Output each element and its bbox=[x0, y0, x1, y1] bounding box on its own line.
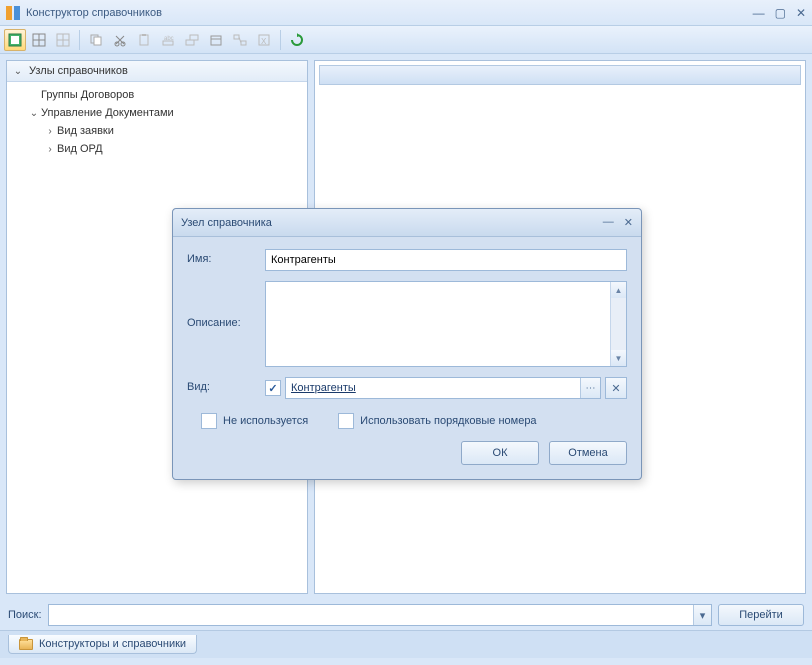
title-bar: Конструктор справочников — ▢ ✕ bbox=[0, 0, 812, 26]
description-input[interactable] bbox=[266, 282, 610, 366]
close-button[interactable]: ✕ bbox=[796, 6, 806, 20]
calendar-button[interactable] bbox=[205, 29, 227, 51]
dialog-title: Узел справочника bbox=[181, 217, 603, 229]
tree-body: Группы Договоров ⌄ Управление Документам… bbox=[7, 82, 307, 162]
minimize-button[interactable]: — bbox=[753, 6, 765, 20]
cut-icon bbox=[113, 33, 127, 47]
grid-disabled-button[interactable] bbox=[52, 29, 74, 51]
go-button[interactable]: Перейти bbox=[718, 604, 804, 626]
folder-icon bbox=[19, 639, 33, 650]
tree-item-doc-mgmt[interactable]: ⌄ Управление Документами bbox=[7, 104, 307, 122]
ellipsis-icon: ⋯ bbox=[586, 383, 596, 394]
scroll-up-icon[interactable]: ▲ bbox=[611, 282, 626, 298]
search-label: Поиск: bbox=[8, 609, 42, 621]
use-ordinal-label: Использовать порядковые номера bbox=[360, 415, 536, 427]
kind-input-wrap: ⋯ bbox=[285, 377, 601, 399]
paste-icon bbox=[137, 33, 151, 47]
tree-item-label: Управление Документами bbox=[41, 107, 174, 119]
tab-constructors[interactable]: Конструкторы и справочники bbox=[8, 635, 197, 654]
kind-row: Вид: ⋯ ✕ bbox=[187, 377, 627, 399]
kind-lookup-button[interactable]: ⋯ bbox=[580, 378, 600, 398]
dialog-buttons: ОК Отмена bbox=[187, 441, 627, 469]
new-node-button[interactable] bbox=[4, 29, 26, 51]
search-input[interactable] bbox=[49, 605, 693, 625]
grid-disabled-icon bbox=[56, 33, 70, 47]
svg-text:abc: abc bbox=[164, 36, 174, 42]
dialog-controls: — ✕ bbox=[603, 216, 633, 229]
edit-text-button[interactable]: abc bbox=[157, 29, 179, 51]
use-ordinal-option[interactable]: Использовать порядковые номера bbox=[338, 413, 536, 429]
grid-button[interactable] bbox=[28, 29, 50, 51]
use-ordinal-checkbox[interactable] bbox=[338, 413, 354, 429]
relations-icon bbox=[233, 33, 247, 47]
cancel-button[interactable]: Отмена bbox=[549, 441, 627, 465]
copy-button[interactable] bbox=[85, 29, 107, 51]
cut-button[interactable] bbox=[109, 29, 131, 51]
kind-input[interactable] bbox=[286, 378, 580, 398]
maximize-button[interactable]: ▢ bbox=[775, 6, 786, 20]
not-used-label: Не используется bbox=[223, 415, 308, 427]
node-dialog: Узел справочника — ✕ Имя: Описание: ▲ ▼ … bbox=[172, 208, 642, 480]
tree-root-label: Узлы справочников bbox=[29, 65, 128, 77]
new-node-icon bbox=[8, 33, 22, 47]
name-row: Имя: bbox=[187, 249, 627, 271]
collapse-icon[interactable]: ⌄ bbox=[29, 108, 39, 119]
window-title: Конструктор справочников bbox=[26, 7, 753, 19]
edit-text-icon: abc bbox=[161, 33, 175, 47]
excel-icon: X bbox=[257, 33, 271, 47]
dialog-minimize-button[interactable]: — bbox=[603, 216, 614, 229]
excel-button[interactable]: X bbox=[253, 29, 275, 51]
ok-button[interactable]: ОК bbox=[461, 441, 539, 465]
tree-item-label: Вид ОРД bbox=[57, 143, 103, 155]
svg-text:X: X bbox=[261, 37, 267, 46]
tree-item-groups[interactable]: Группы Договоров bbox=[7, 86, 307, 104]
name-label: Имя: bbox=[187, 249, 265, 265]
kind-clear-button[interactable]: ✕ bbox=[605, 377, 627, 399]
description-label: Описание: bbox=[187, 281, 265, 329]
content-header-strip bbox=[319, 65, 801, 85]
search-dropdown-button[interactable]: ▾ bbox=[693, 605, 711, 625]
search-row: Поиск: ▾ Перейти bbox=[0, 600, 812, 630]
app-icon bbox=[6, 6, 20, 20]
paste-button[interactable] bbox=[133, 29, 155, 51]
scrollbar[interactable]: ▲ ▼ bbox=[610, 282, 626, 366]
refresh-icon bbox=[290, 33, 304, 47]
dialog-body: Имя: Описание: ▲ ▼ Вид: ⋯ bbox=[173, 237, 641, 479]
tree-item-label: Вид заявки bbox=[57, 125, 114, 137]
chevron-down-icon: ▾ bbox=[700, 609, 706, 622]
copy-icon bbox=[89, 33, 103, 47]
name-input[interactable] bbox=[265, 249, 627, 271]
dialog-title-bar[interactable]: Узел справочника — ✕ bbox=[173, 209, 641, 237]
calendar-icon bbox=[209, 33, 223, 47]
collapse-icon[interactable]: ⌄ bbox=[13, 66, 23, 77]
x-icon: ✕ bbox=[611, 382, 620, 395]
refresh-button[interactable] bbox=[286, 29, 308, 51]
not-used-option[interactable]: Не используется bbox=[201, 413, 308, 429]
description-row: Описание: ▲ ▼ bbox=[187, 281, 627, 367]
expand-icon[interactable]: › bbox=[45, 144, 55, 155]
tab-label: Конструкторы и справочники bbox=[39, 638, 186, 650]
batch-text-button[interactable] bbox=[181, 29, 203, 51]
search-combo[interactable]: ▾ bbox=[48, 604, 712, 626]
kind-checkbox[interactable] bbox=[265, 380, 281, 396]
toolbar-separator bbox=[280, 30, 281, 50]
batch-text-icon bbox=[185, 33, 199, 47]
window-controls: — ▢ ✕ bbox=[753, 6, 806, 20]
not-used-checkbox[interactable] bbox=[201, 413, 217, 429]
toolbar-separator bbox=[79, 30, 80, 50]
kind-label: Вид: bbox=[187, 377, 265, 393]
tree-item-request-type[interactable]: › Вид заявки bbox=[7, 122, 307, 140]
scroll-down-icon[interactable]: ▼ bbox=[611, 350, 626, 366]
options-row: Не используется Использовать порядковые … bbox=[187, 409, 627, 441]
dialog-close-button[interactable]: ✕ bbox=[624, 216, 633, 229]
toolbar: abc X bbox=[0, 26, 812, 54]
tree-item-label: Группы Договоров bbox=[41, 89, 134, 101]
tab-bar: Конструкторы и справочники bbox=[0, 630, 812, 658]
grid-icon bbox=[32, 33, 46, 47]
description-wrap: ▲ ▼ bbox=[265, 281, 627, 367]
tree-item-ord-type[interactable]: › Вид ОРД bbox=[7, 140, 307, 158]
relations-button[interactable] bbox=[229, 29, 251, 51]
expand-icon[interactable]: › bbox=[45, 126, 55, 137]
tree-root[interactable]: ⌄ Узлы справочников bbox=[7, 61, 307, 82]
